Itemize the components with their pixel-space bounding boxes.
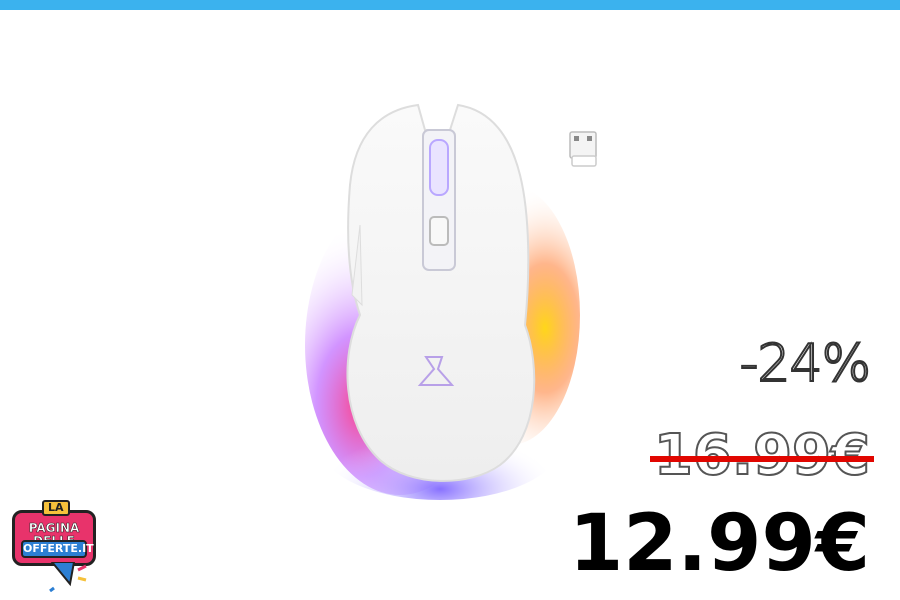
new-price: 12.99€ (569, 499, 870, 589)
top-accent-bar (0, 0, 900, 10)
logo-top: LA (42, 500, 70, 516)
product-image (300, 95, 580, 505)
discount-badge: -24% (739, 334, 872, 394)
logo-badge: PAGINA DELLE OFFERTE.IT (12, 510, 96, 566)
speech-tail-icon (49, 562, 87, 592)
brand-logo[interactable]: PAGINA DELLE OFFERTE.IT LA (8, 500, 100, 595)
strikethrough-line (649, 456, 874, 462)
mouse-icon (305, 103, 580, 500)
logo-line2: OFFERTE.IT (21, 540, 94, 558)
usb-dongle-icon (568, 130, 600, 170)
old-price: 16.99€ (649, 427, 874, 485)
